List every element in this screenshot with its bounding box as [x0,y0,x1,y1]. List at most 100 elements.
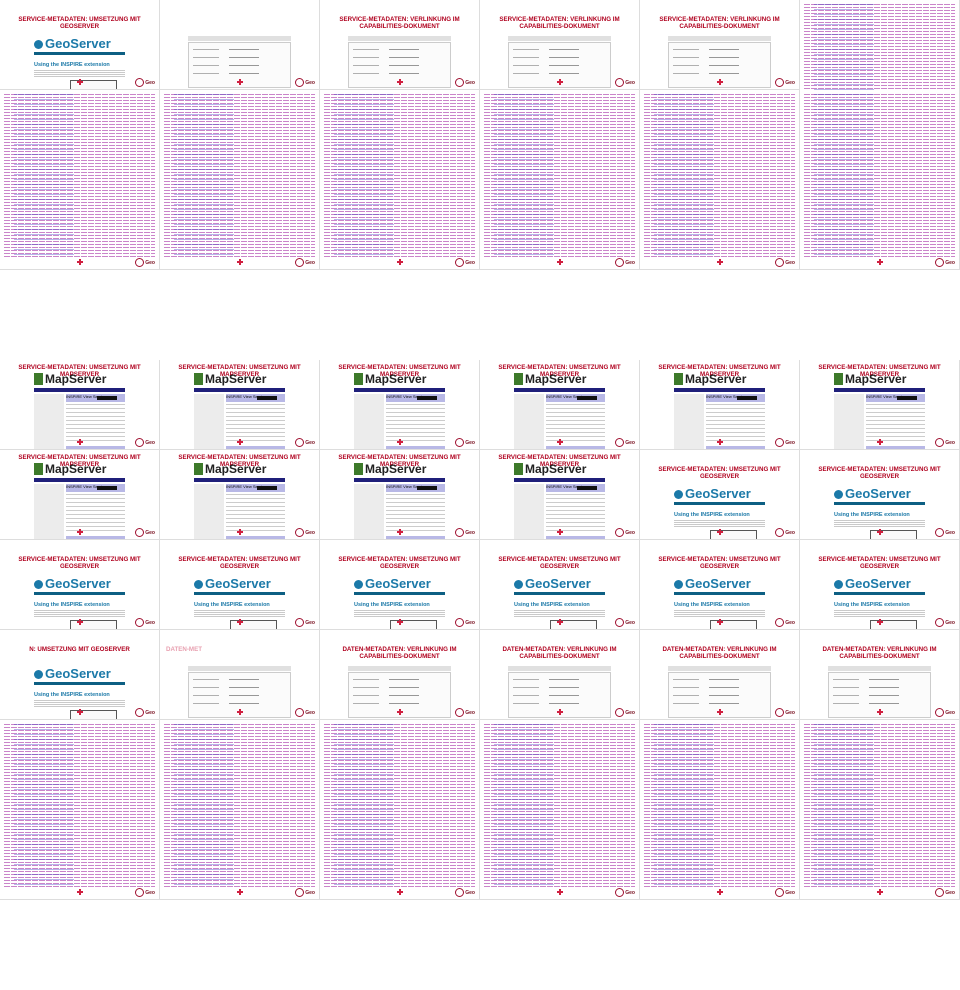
mapserver-logo: MapServer [514,462,586,476]
slide-thumbnail[interactable]: SERVICE-METADATEN: VERLINKUNG IM CAPABIL… [640,0,800,90]
slide-thumbnail[interactable]: SERVICE-METADATEN: UMSETZUNG MIT GEOSERV… [0,540,160,630]
slide-thumbnail[interactable]: SERVICE-METADATEN: UMSETZUNG MIT MAPSERV… [160,360,320,450]
slide-thumbnail[interactable]: SERVICE-METADATEN: UMSETZUNG MIT GEOSERV… [640,450,800,540]
geoserver-logo: GeoServer [514,576,591,591]
slide-thumbnail[interactable]: Geo [320,720,480,900]
slide-thumbnail[interactable]: DATEN-METADATEN: VERLINKUNG IM CAPABILIT… [800,630,960,720]
slide-title: SERVICE-METADATEN: UMSETZUNG MIT GEOSERV… [18,16,141,30]
header-bar [674,388,765,392]
footer-logo: Geo [455,78,475,87]
slide-thumbnail[interactable]: SERVICE-METADATEN: UMSETZUNG MIT GEOSERV… [160,540,320,630]
slide-thumbnail[interactable]: DATEN-METADATEN: VERLINKUNG IM CAPABILIT… [480,630,640,720]
slide-thumbnail[interactable]: Geo [640,720,800,900]
form-tabs [828,666,931,671]
sidebar [34,484,64,539]
nav-cross-icon [716,79,723,85]
slide-thumbnail[interactable]: Geo [480,720,640,900]
slide-thumbnail[interactable]: SERVICE-METADATEN: UMSETZUNG MIT GEOSERV… [0,0,160,90]
panel-body [546,404,605,444]
footer-logo: Geo [135,708,155,717]
slide-thumbnail[interactable]: SERVICE-METADATEN: UMSETZUNG MIT MAPSERV… [640,360,800,450]
redacted-block [417,396,437,400]
geoserver-logo: GeoServer [354,576,431,591]
slide-thumbnail[interactable]: SERVICE-METADATEN: VERLINKUNG IM CAPABIL… [320,0,480,90]
redacted-block [897,396,917,400]
page-heading: Using the INSPIRE extension [674,602,750,608]
panel-body [226,494,285,534]
slide-thumbnail[interactable]: SERVICE-METADATEN: UMSETZUNG MIT GEOSERV… [320,540,480,630]
slide-title: SERVICE-METADATEN: VERLINKUNG IM CAPABIL… [499,16,620,30]
footer-logo: Geo [295,618,315,627]
slide-thumbnail[interactable]: SERVICE-METADATEN: UMSETZUNG MIT MAPSERV… [800,360,960,450]
geoserver-logo: GeoServer [194,576,271,591]
header-bar [674,502,765,505]
header-bar [834,592,925,595]
form-tabs [348,36,451,41]
slide-grid: SERVICE-METADATEN: UMSETZUNG MIT GEOSERV… [0,0,960,990]
footer-logo: Geo [935,438,955,447]
slide-thumbnail[interactable]: Geo [160,90,320,270]
geoserver-logo: GeoServer [34,36,111,51]
slide-title: N: UMSETZUNG MIT GEOSERVER [29,646,130,653]
slide-thumbnail[interactable]: SERVICE-METADATEN: UMSETZUNG MIT GEOSERV… [640,540,800,630]
xml-tags [494,94,554,259]
nav-cross-icon [556,619,563,625]
body-text [834,610,925,618]
slide-thumbnail[interactable]: SERVICE-METADATEN: UMSETZUNG MIT MAPSERV… [480,450,640,540]
slide-thumbnail[interactable]: Geo [0,90,160,270]
slide-thumbnail[interactable]: SERVICE-METADATEN: UMSETZUNG MIT MAPSERV… [0,450,160,540]
slide-thumbnail[interactable]: Geo [800,90,960,270]
slide-thumbnail[interactable]: SERVICE-METADATEN: UMSETZUNG MIT MAPSERV… [480,360,640,450]
header-bar [194,478,285,482]
redacted-block [417,486,437,490]
mapserver-logo: MapServer [34,372,106,386]
panel-body [386,404,445,444]
slide-title: SERVICE-METADATEN: UMSETZUNG MIT GEOSERV… [658,556,781,570]
slide-thumbnail[interactable]: SERVICE-METADATEN: UMSETZUNG MIT MAPSERV… [160,450,320,540]
slide-thumbnail[interactable]: Geo [640,90,800,270]
footer-logo: Geo [775,618,795,627]
slide-thumbnail[interactable]: SERVICE-METADATEN: UMSETZUNG MIT GEOSERV… [480,540,640,630]
form-tabs [508,666,611,671]
panel-body [866,404,925,444]
nav-cross-icon [76,79,83,85]
page-heading: Using the INSPIRE extension [34,692,110,698]
slide-thumbnail[interactable]: Geo [480,90,640,270]
page-heading: Using the INSPIRE extension [34,602,110,608]
slide-thumbnail[interactable]: N: UMSETZUNG MIT GEOSERVER GeoServer Using… [0,630,160,720]
slide-thumbnail[interactable]: SERVICE-METADATEN: UMSETZUNG MIT MAPSERV… [320,360,480,450]
form-tabs [188,36,291,41]
body-text [194,610,285,618]
slide-thumbnail[interactable]: SERVICE-METADATEN: UMSETZUNG MIT MAPSERV… [0,360,160,450]
xml-tags [494,724,554,889]
slide-thumbnail[interactable]: SERVICE-METADATEN: UMSETZUNG MIT MAPSERV… [320,450,480,540]
nav-cross-icon [236,79,243,85]
nav-cross-icon [716,439,723,445]
slide-thumbnail[interactable]: Geo [160,720,320,900]
footer-logo: Geo [775,258,795,267]
slide-title: SERVICE-METADATEN: UMSETZUNG MIT GEOSERV… [178,556,301,570]
slide-title: SERVICE-METADATEN: UMSETZUNG MIT GEOSERV… [658,466,781,480]
slide-thumbnail[interactable]: Geo [320,90,480,270]
geoserver-logo: GeoServer [674,486,751,501]
xml-tags [14,724,74,889]
slide-thumbnail[interactable]: DATEN-METADATEN: VERLINKUNG IM CAPABILIT… [640,630,800,720]
slide-thumbnail[interactable]: SERVICE-METADATEN: UMSETZUNG MIT GEOSERV… [800,540,960,630]
slide-thumbnail[interactable]: Geo [0,720,160,900]
nav-cross-icon [76,619,83,625]
slide-thumbnail[interactable]: SERVICE-METADATEN: UMSETZUNG MIT GEOSERV… [800,450,960,540]
slide-thumbnail[interactable]: Geo [160,0,320,90]
body-text [34,700,125,708]
slide-thumbnail[interactable]: DATEN-MET Geo [160,630,320,720]
nav-cross-icon [716,619,723,625]
nav-cross-icon [236,439,243,445]
footer-logo: Geo [615,888,635,897]
slide-thumbnail[interactable]: Geo [800,720,960,900]
slide-thumbnail[interactable]: SERVICE-METADATEN: VERLINKUNG IM CAPABIL… [480,0,640,90]
body-text [514,610,605,618]
mapserver-logo: MapServer [354,372,426,386]
footer-logo: Geo [455,258,475,267]
slide-thumbnail[interactable]: DATEN-METADATEN: VERLINKUNG IM CAPABILIT… [320,630,480,720]
footer-logo: Geo [935,708,955,717]
mapserver-logo: MapServer [834,372,906,386]
